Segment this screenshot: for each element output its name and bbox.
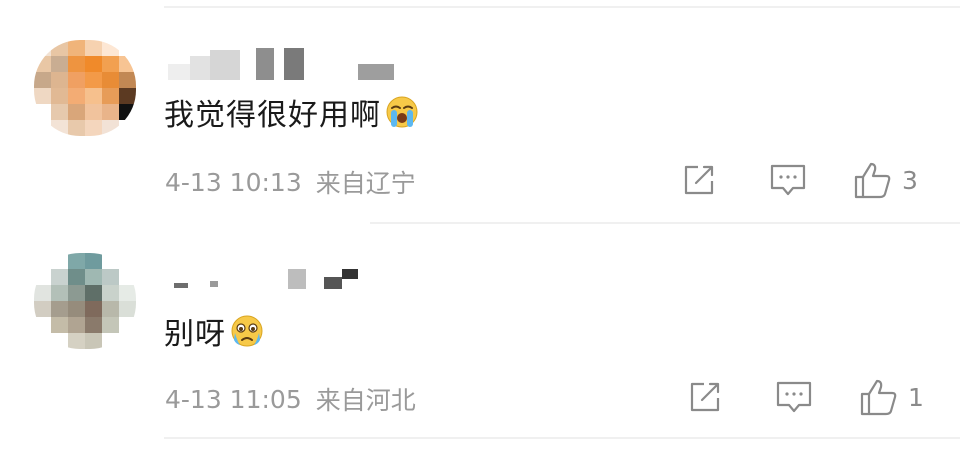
reply-button[interactable] — [768, 162, 808, 198]
username-blurred[interactable] — [168, 44, 428, 84]
like-count: 3 — [902, 165, 918, 195]
comment-text-row: 我觉得很好用啊 — [164, 92, 419, 133]
comment-actions: 1 — [686, 375, 924, 419]
comment-meta: 4-13 11:05 来自河北 — [165, 381, 416, 417]
like-count: 1 — [908, 382, 924, 412]
comment-icon — [776, 381, 812, 413]
crying-face-icon — [230, 314, 264, 348]
avatar[interactable] — [34, 40, 136, 136]
comment-text-row: 别呀 — [164, 311, 264, 352]
bottom-divider — [164, 437, 960, 439]
share-icon — [690, 382, 720, 412]
share-icon — [684, 165, 714, 195]
reply-button[interactable] — [774, 379, 814, 415]
share-button[interactable] — [686, 380, 726, 414]
comment-actions: 3 — [680, 158, 918, 202]
comment-item: 别呀 4-13 11:05 来自河北 1 — [0, 225, 960, 452]
comment-item: 我觉得很好用啊 4-13 10:13 来自辽宁 3 — [0, 0, 960, 225]
share-button[interactable] — [680, 163, 720, 197]
username-blurred[interactable] — [168, 261, 428, 301]
comment-location: 来自辽宁 — [315, 169, 416, 198]
comment-divider — [370, 222, 960, 224]
comment-meta: 4-13 10:13 来自辽宁 — [165, 164, 416, 200]
comment-date: 4-13 10:13 — [165, 167, 302, 197]
like-button[interactable]: 1 — [858, 377, 924, 417]
comment-date: 4-13 11:05 — [165, 384, 302, 414]
thumbs-up-icon — [860, 379, 897, 416]
comment-icon — [770, 164, 806, 196]
like-button[interactable]: 3 — [852, 160, 918, 200]
comment-text: 别呀 — [164, 317, 226, 352]
comment-location: 来自河北 — [315, 386, 416, 415]
thumbs-up-icon — [854, 162, 891, 199]
comment-text: 我觉得很好用啊 — [164, 98, 381, 133]
avatar[interactable] — [34, 253, 136, 349]
loudly-crying-face-icon — [385, 95, 419, 129]
